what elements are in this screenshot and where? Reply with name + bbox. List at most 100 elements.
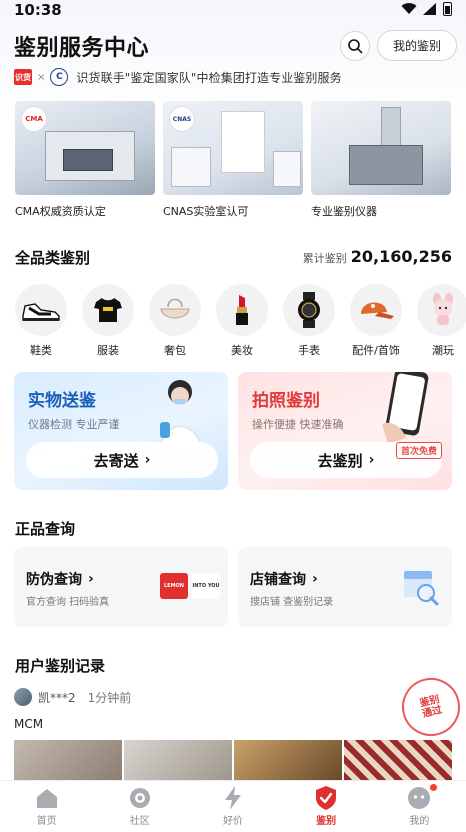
store-search-icon [404, 571, 439, 606]
send-button[interactable]: 去寄送 › [26, 442, 218, 478]
cert-caption-instrument: 专业鉴别仪器 [311, 205, 377, 218]
record-username: 凯***2 [38, 690, 76, 705]
tab-deals[interactable]: 好价 [193, 786, 273, 827]
store-query-subtitle: 搜店铺 查鉴别记录 [250, 597, 334, 608]
tab-community-label: 社区 [129, 816, 150, 827]
photo-appraisal-title: 拍照鉴别 [252, 391, 320, 411]
send-button-label: 去寄送 [93, 451, 139, 470]
tab-home[interactable]: 首页 [7, 786, 87, 827]
search-icon [348, 39, 363, 54]
tab-profile-label: 我的 [409, 816, 430, 827]
total-appraisals-value: 20,160,256 [350, 247, 452, 266]
record-photo[interactable] [234, 740, 342, 780]
category-accessories[interactable]: 配件/首饰 [350, 284, 402, 358]
category-label: 服装 [97, 344, 119, 357]
status-time: 10:38 [14, 1, 62, 19]
avatar [14, 688, 32, 706]
tab-community[interactable]: 社区 [100, 786, 180, 827]
category-label: 奢包 [164, 344, 186, 357]
total-appraisals-label: 累计鉴别 [302, 252, 347, 265]
tab-profile[interactable]: 我的 [379, 784, 459, 827]
category-clothing[interactable]: 服装 [82, 284, 134, 358]
category-label: 配件/首饰 [352, 344, 400, 357]
home-icon [36, 789, 57, 808]
stamp-text: 鉴别 通过 [418, 693, 444, 721]
record-photo[interactable] [344, 740, 452, 780]
cma-badge-icon: CMA [21, 106, 47, 132]
my-appraisal-button[interactable]: 我的鉴别 [377, 30, 457, 61]
anti-fake-query-card[interactable]: 防伪查询 › 官方查询 扫码验真 LEMON INTO YOU [14, 547, 228, 627]
phone-hand-illustration [382, 372, 429, 444]
sneaker-icon [22, 303, 60, 321]
notification-dot [430, 784, 438, 791]
shield-check-icon [316, 786, 337, 810]
page-title: 鉴别服务中心 [14, 36, 150, 61]
category-luxury-bag[interactable]: 奢包 [149, 284, 201, 358]
lightning-icon [224, 786, 241, 810]
record-photo[interactable] [124, 740, 232, 780]
total-appraisals: 累计鉴别 20,160,256 [303, 247, 452, 266]
chevron-right-icon: › [312, 571, 318, 587]
physical-appraisal-subtitle: 仪器检测 专业严谨 [28, 418, 120, 431]
cert-image-cma[interactable]: CMA [15, 101, 155, 195]
category-toys[interactable]: 潮玩 [417, 284, 466, 358]
cert-image-instrument[interactable] [311, 101, 451, 195]
search-button[interactable] [340, 31, 370, 61]
category-label: 美妆 [231, 344, 253, 357]
category-shoes[interactable]: 鞋类 [15, 284, 67, 358]
cnas-badge-icon: CNAS [169, 106, 195, 132]
community-icon [129, 788, 150, 808]
record-photo[interactable] [14, 740, 122, 780]
lab-technician-illustration [159, 380, 203, 452]
photo-appraisal-subtitle: 操作便捷 快速准确 [252, 418, 344, 431]
tshirt-icon [94, 298, 122, 322]
handbag-icon [160, 298, 190, 319]
status-icons [401, 2, 452, 16]
physical-appraisal-card[interactable]: 实物送鉴 仪器检测 专业严谨 去寄送 › [14, 372, 228, 490]
wifi-icon [401, 3, 417, 15]
category-label: 手表 [298, 344, 320, 357]
chevron-right-icon: › [88, 571, 94, 587]
signal-icon [423, 3, 436, 15]
photo-appraisal-card[interactable]: 拍照鉴别 操作便捷 快速准确 去鉴别 › 首次免费 [238, 372, 452, 490]
watch-icon [298, 292, 320, 328]
store-query-card[interactable]: 店铺查询 › 搜店铺 查鉴别记录 [238, 547, 452, 627]
category-watch[interactable]: 手表 [283, 284, 335, 358]
brand-logo-into-you: INTO YOU [192, 573, 220, 599]
tab-appraisal[interactable]: 鉴别 [286, 786, 366, 827]
records-section-title: 用户鉴别记录 [15, 657, 106, 675]
chevron-right-icon: › [368, 452, 375, 468]
cert-image-cnas[interactable]: CNAS [163, 101, 303, 195]
ccic-logo-icon: C [50, 68, 69, 86]
category-label: 潮玩 [432, 344, 454, 357]
cert-caption-cma: CMA权威资质认定 [15, 205, 106, 218]
category-cosmetics[interactable]: 美妆 [216, 284, 268, 358]
tab-appraisal-label: 鉴别 [316, 816, 337, 827]
category-section-title: 全品类鉴别 [15, 249, 91, 267]
category-label: 鞋类 [30, 344, 52, 357]
anti-fake-query-subtitle: 官方查询 扫码验真 [26, 597, 110, 608]
lipstick-icon [236, 295, 248, 325]
appraise-button-label: 去鉴别 [317, 451, 363, 470]
record-user-row: 凯***2 1分钟前 [14, 688, 131, 706]
first-free-badge: 首次免费 [395, 442, 442, 459]
query-section-title: 正品查询 [15, 520, 76, 538]
cap-icon [361, 302, 394, 319]
shihuo-logo: 识货 [14, 69, 32, 85]
partner-text: 识货联手"鉴定国家队"中检集团打造专业鉴别服务 [76, 70, 342, 85]
battery-icon [443, 2, 452, 16]
store-query-title: 店铺查询 [250, 572, 306, 588]
cert-caption-cnas: CNAS实验室认可 [163, 205, 249, 218]
record-time: 1分钟前 [87, 690, 132, 705]
chevron-right-icon: › [144, 452, 151, 468]
tab-home-label: 首页 [36, 816, 57, 827]
physical-appraisal-title: 实物送鉴 [28, 391, 96, 411]
appraisal-passed-stamp: 鉴别 通过 [395, 671, 466, 743]
tab-deals-label: 好价 [222, 816, 243, 827]
anti-fake-query-title: 防伪查询 [26, 572, 82, 588]
toy-icon [433, 293, 453, 325]
partner-banner: 识货 × C 识货联手"鉴定国家队"中检集团打造专业鉴别服务 [14, 68, 342, 86]
partner-separator: × [37, 71, 46, 83]
bottom-tab-bar: 首页 社区 好价 鉴别 我的 [0, 780, 466, 832]
profile-icon [408, 787, 431, 809]
